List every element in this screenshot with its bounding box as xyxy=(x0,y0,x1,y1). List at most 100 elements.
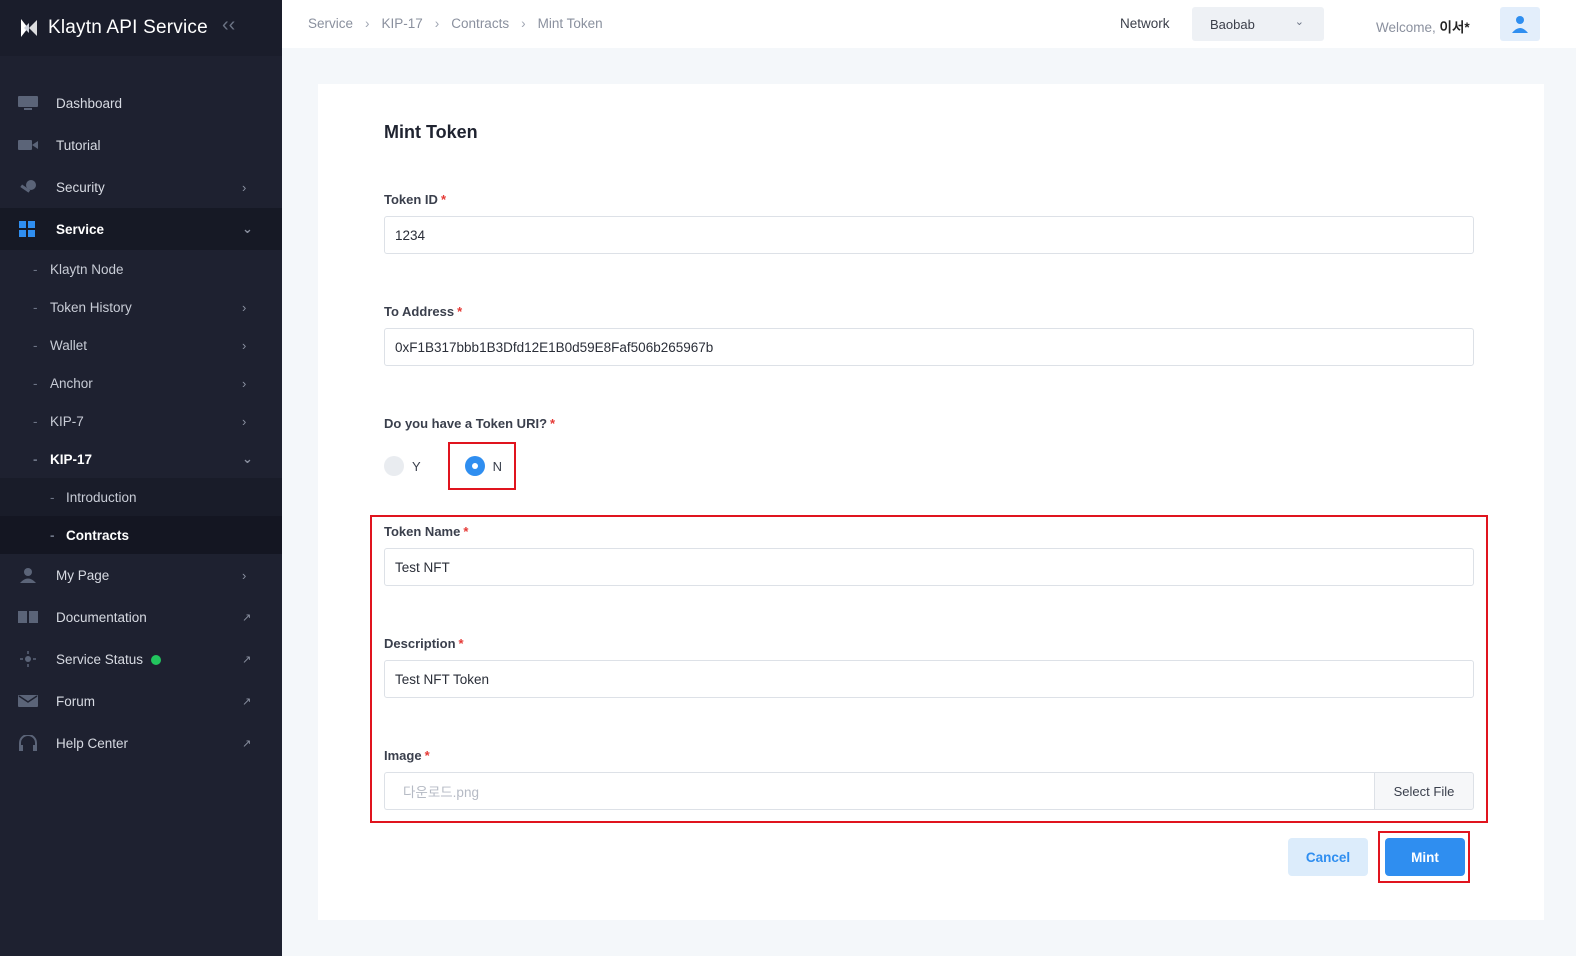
highlight-box-fields xyxy=(370,515,1488,823)
top-bar: Service › KIP-17 › Contracts › Mint Toke… xyxy=(282,0,1576,48)
sidebar-subitem-label: Klaytn Node xyxy=(50,261,124,277)
sun-icon xyxy=(17,651,39,667)
chevron-down-icon: ⌄ xyxy=(242,221,253,236)
token-id-label: Token ID * xyxy=(384,192,446,207)
sidebar-subitem-anchor[interactable]: - Anchor › xyxy=(0,364,282,402)
sidebar-item-label: Dashboard xyxy=(56,95,123,111)
monitor-icon xyxy=(17,95,39,111)
chevron-down-icon: ⌄ xyxy=(1294,16,1304,28)
chevron-right-icon: › xyxy=(242,567,247,583)
external-link-icon: ↗ xyxy=(242,653,252,666)
sidebar-subitem-contracts[interactable]: - Contracts xyxy=(0,516,282,554)
chevron-right-icon: › xyxy=(242,179,247,195)
cancel-button[interactable]: Cancel xyxy=(1288,838,1368,876)
user-name: 이서* xyxy=(1439,20,1470,35)
sidebar-subitem-kip7[interactable]: - KIP-7 › xyxy=(0,402,282,440)
chevron-right-icon: › xyxy=(242,299,247,315)
sidebar: Klaytn API Service ‹‹ Dashboard Tutorial… xyxy=(0,0,282,956)
sidebar-subitem-introduction[interactable]: - Introduction xyxy=(0,478,282,516)
chevron-right-icon: › xyxy=(242,375,247,391)
sidebar-item-security[interactable]: Security › xyxy=(0,166,282,208)
external-link-icon: ↗ xyxy=(242,695,252,708)
network-select[interactable]: Baobab ⌄ xyxy=(1192,7,1324,41)
to-address-label-text: To Address xyxy=(384,304,455,319)
required-mark: * xyxy=(457,304,463,319)
breadcrumb-service[interactable]: Service xyxy=(308,16,353,31)
sidebar-item-help-center[interactable]: Help Center ↗ xyxy=(0,722,282,764)
sidebar-subitem-klaytn-node[interactable]: - Klaytn Node xyxy=(0,250,282,288)
sidebar-item-tutorial[interactable]: Tutorial xyxy=(0,124,282,166)
network-value: Baobab xyxy=(1210,16,1255,32)
token-id-label-text: Token ID xyxy=(384,192,438,207)
breadcrumb-separator-icon: › xyxy=(434,16,440,31)
highlight-box-mint xyxy=(1378,831,1470,883)
user-icon xyxy=(1512,16,1528,33)
sidebar-item-label: Security xyxy=(56,179,105,195)
breadcrumb-current: Mint Token xyxy=(537,16,603,31)
required-mark: * xyxy=(550,416,556,431)
chevron-right-icon: › xyxy=(242,337,247,353)
sidebar-item-service-status[interactable]: Service Status ↗ xyxy=(0,638,282,680)
breadcrumb-separator-icon: › xyxy=(521,16,526,31)
sidebar-subitem-label: KIP-17 xyxy=(50,451,93,467)
token-uri-label-text: Do you have a Token URI? xyxy=(384,416,548,431)
sidebar-subitem-label: Anchor xyxy=(50,375,93,391)
page-title: Mint Token xyxy=(384,122,478,142)
book-icon xyxy=(17,609,39,625)
klaytn-logo-icon xyxy=(21,19,37,37)
external-link-icon: ↗ xyxy=(242,611,252,624)
sidebar-item-label: Service xyxy=(56,221,105,237)
welcome-prefix: Welcome, xyxy=(1376,20,1436,35)
sidebar-subitem-label: Introduction xyxy=(66,489,137,505)
brand-name: Klaytn API Service xyxy=(48,17,208,38)
sidebar-subitem-token-history[interactable]: - Token History › xyxy=(0,288,282,326)
user-icon xyxy=(17,567,39,583)
avatar[interactable] xyxy=(1500,7,1540,41)
sidebar-item-documentation[interactable]: Documentation ↗ xyxy=(0,596,282,638)
sidebar-subitem-label: Token History xyxy=(50,299,132,315)
external-link-icon: ↗ xyxy=(242,737,252,750)
sidebar-nav: Dashboard Tutorial Security › Service ⌄ … xyxy=(0,82,282,764)
to-address-input[interactable]: 0xF1B317bbb1B3Dfd12E1B0d59E8Faf506b26596… xyxy=(384,328,1474,366)
key-icon xyxy=(17,179,39,195)
sidebar-subitem-label: Wallet xyxy=(50,337,88,353)
highlight-box-radio xyxy=(448,442,516,490)
sidebar-item-service[interactable]: Service ⌄ xyxy=(0,208,282,250)
headphones-icon xyxy=(17,735,39,751)
chevron-right-icon: › xyxy=(242,413,247,429)
sidebar-subitem-wallet[interactable]: - Wallet › xyxy=(0,326,282,364)
sidebar-subitem-label: Contracts xyxy=(66,527,130,543)
sidebar-item-dashboard[interactable]: Dashboard xyxy=(0,82,282,124)
mail-icon xyxy=(17,693,39,709)
breadcrumb: Service › KIP-17 › Contracts › Mint Toke… xyxy=(308,16,603,31)
sidebar-item-label: Help Center xyxy=(56,735,129,751)
collapse-sidebar-icon[interactable]: ‹‹ xyxy=(222,14,235,37)
sidebar-item-forum[interactable]: Forum ↗ xyxy=(0,680,282,722)
service-status-text: Service Status xyxy=(56,651,144,667)
video-camera-icon xyxy=(17,137,39,153)
required-mark: * xyxy=(440,192,446,207)
token-id-input[interactable]: 1234 xyxy=(384,216,1474,254)
breadcrumb-contracts[interactable]: Contracts xyxy=(451,16,509,31)
sidebar-item-label: My Page xyxy=(56,567,110,583)
mint-token-card: Mint Token Token ID * 1234 To Address * 0x… xyxy=(318,84,1544,920)
sidebar-item-label: Service Status xyxy=(56,651,162,667)
sidebar-subitem-label: KIP-7 xyxy=(50,413,84,429)
radio-y-label: Y xyxy=(412,458,421,474)
token-uri-label: Do you have a Token URI? * xyxy=(384,416,555,431)
network-label: Network xyxy=(1120,16,1170,31)
radio-y[interactable] xyxy=(384,456,404,476)
sidebar-item-label: Tutorial xyxy=(56,137,101,153)
to-address-label: To Address * xyxy=(384,304,462,319)
status-indicator xyxy=(151,654,162,665)
sidebar-item-label: Forum xyxy=(56,693,96,709)
breadcrumb-separator-icon: › xyxy=(365,16,370,31)
chevron-down-icon: ⌄ xyxy=(242,451,253,466)
sidebar-item-label: Documentation xyxy=(56,609,147,625)
sidebar-item-my-page[interactable]: My Page › xyxy=(0,554,282,596)
breadcrumb-kip17[interactable]: KIP-17 xyxy=(382,16,423,31)
welcome-text: Welcome, 이서* xyxy=(1376,16,1470,36)
brand-header: Klaytn API Service ‹‹ xyxy=(0,0,282,56)
sidebar-subitem-kip17[interactable]: - KIP-17 ⌄ xyxy=(0,440,282,478)
grid-icon xyxy=(17,221,39,237)
